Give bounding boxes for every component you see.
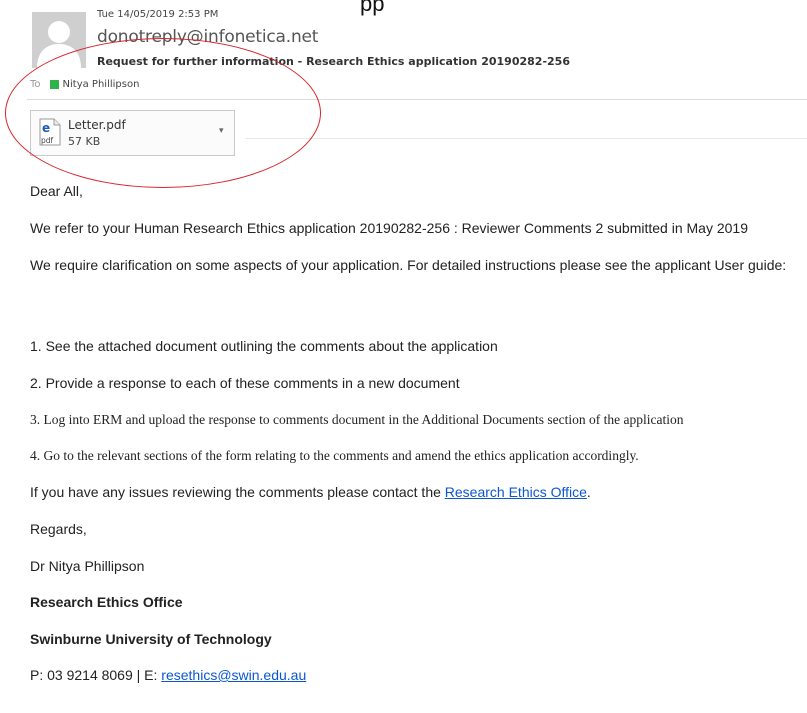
attachment-size: 57 KB (68, 135, 101, 148)
issues-line: If you have any issues reviewing the com… (30, 484, 591, 500)
step-3-text: 3. Log into ERM and upload the response … (30, 412, 684, 427)
email-date: Tue 14/05/2019 2:53 PM (97, 9, 219, 20)
pdf-file-icon: e pdf (39, 118, 61, 146)
sender-avatar (32, 12, 86, 68)
clipped-top-text: pp (360, 0, 385, 16)
attachment-card[interactable]: e pdf Letter.pdf 57 KB ▾ (30, 110, 235, 156)
pdf-type-label: pdf (41, 136, 54, 145)
issues-suffix: . (586, 484, 591, 500)
pdf-glyph: e (42, 121, 50, 135)
university-name: Swinburne University of Technology (30, 631, 272, 647)
presence-status-icon (49, 80, 59, 89)
email-link[interactable]: resethics@swin.edu.au (161, 667, 306, 683)
contact-line: P: 03 9214 8069 | E: resethics@swin.edu.… (30, 667, 306, 683)
chevron-down-icon[interactable]: ▾ (219, 125, 224, 136)
greeting: Dear All, (30, 183, 83, 199)
step-2: 2. Provide a response to each of these c… (30, 375, 460, 391)
email-sender[interactable]: donotreply@infonetica.net (97, 27, 318, 47)
body-line-reference: We refer to your Human Research Ethics a… (30, 220, 748, 236)
office-name: Research Ethics Office (30, 594, 183, 610)
research-ethics-office-link[interactable]: Research Ethics Office (445, 484, 587, 500)
recipient-row: To Nitya Phillipson (30, 79, 139, 90)
phone-text: P: 03 9214 8069 | E: (30, 667, 162, 683)
attachment-name: Letter.pdf (68, 118, 126, 132)
attachment-divider (245, 138, 807, 139)
email-subject: Request for further information - Resear… (97, 55, 570, 68)
recipient-name[interactable]: Nitya Phillipson (63, 79, 140, 90)
step-1: 1. See the attached document outlining t… (30, 338, 498, 354)
body-line-clarification: We require clarification on some aspects… (30, 257, 787, 273)
to-label: To (30, 79, 41, 90)
person-silhouette-icon (32, 12, 86, 68)
issues-text: If you have any issues reviewing the com… (30, 484, 445, 500)
step-4: 4. Go to the relevant sections of the fo… (30, 448, 639, 463)
signer-name: Dr Nitya Phillipson (30, 558, 145, 574)
header-divider (27, 99, 807, 100)
regards: Regards, (30, 521, 87, 537)
step-3: 3. Log into ERM and upload the response … (30, 411, 684, 428)
